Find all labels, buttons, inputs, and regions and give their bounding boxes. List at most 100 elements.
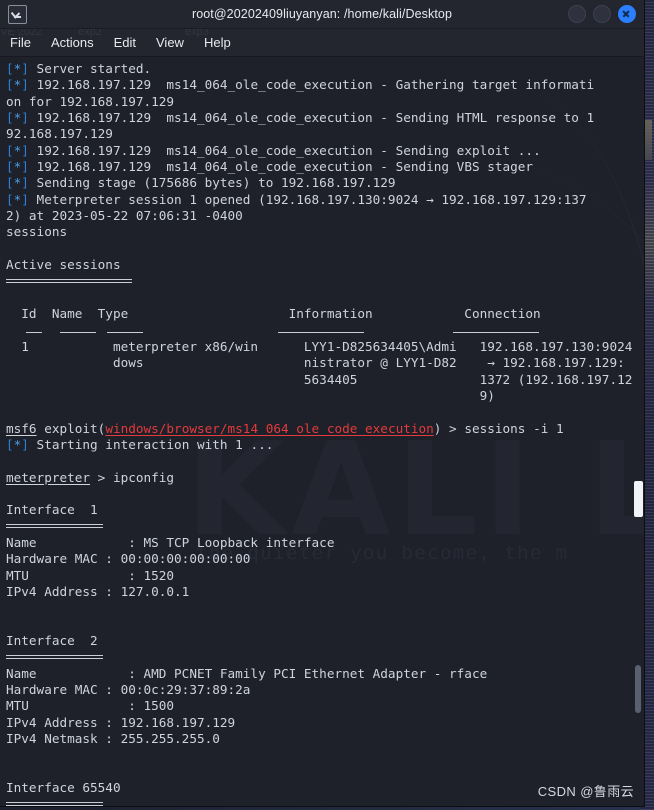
terminal-text: ] xyxy=(21,159,29,175)
terminal-line: meterpreter > ipconfig xyxy=(6,470,644,486)
terminal-line: Interface 2 xyxy=(6,633,644,649)
terminal-text: IPv4 Address : 192.168.197.129 xyxy=(6,714,236,730)
terminal-text: 192.168.197.129 ms14_064_ole_code_execut… xyxy=(28,110,595,126)
terminal-body[interactable]: KALI L the quieter you become, the m [*]… xyxy=(0,57,644,806)
terminal-text: [ xyxy=(6,159,14,175)
menu-item-file[interactable]: File xyxy=(10,35,31,50)
close-button[interactable] xyxy=(618,5,636,23)
menubar-ghost-desktop-labels: VE 2022 exp2 exp3 xyxy=(0,29,644,56)
terminal-text: Active sessions xyxy=(6,257,121,273)
terminal-text: ] xyxy=(21,191,29,207)
maximize-button[interactable] xyxy=(593,5,611,23)
column-rule xyxy=(26,331,42,333)
menu-item-help[interactable]: Help xyxy=(204,35,231,50)
terminal-line: 2) at 2023-05-22 07:06:31 -0400 xyxy=(6,208,644,224)
terminal-line: on for 192.168.197.129 xyxy=(6,94,644,110)
terminal-text: IPv4 Address : 127.0.0.1 xyxy=(6,584,190,599)
terminal-text: [ xyxy=(6,142,14,158)
terminal-text: [ xyxy=(6,77,14,93)
menu-item-actions[interactable]: Actions xyxy=(51,35,94,50)
terminal-text: 9) xyxy=(6,387,495,403)
scrollbar-thumb-upper[interactable] xyxy=(634,481,643,517)
scrollbar-thumb[interactable] xyxy=(635,665,641,713)
terminal-text: Interface 65540 xyxy=(6,780,121,796)
menu-item-edit[interactable]: Edit xyxy=(114,35,136,50)
terminal-text: ] xyxy=(21,175,29,191)
terminal-line: Interface 1 xyxy=(6,502,644,518)
terminal-text: 5634405 1372 (192.168.197.12 xyxy=(6,371,633,387)
column-rule xyxy=(107,331,143,333)
terminal-scrollbar[interactable] xyxy=(632,57,644,806)
table-rule xyxy=(6,801,103,806)
terminal-text: 2) at 2023-05-22 07:06:31 -0400 xyxy=(6,208,243,224)
terminal-text: Meterpreter session 1 opened (192.168.19… xyxy=(28,191,587,207)
terminal-window: root@20202409liuyanyan: /home/kali/Deskt… xyxy=(0,0,644,806)
column-rule xyxy=(60,331,96,333)
csdn-watermark: CSDN @鲁雨云 xyxy=(537,784,634,799)
terminal-line: [*] Sending stage (175686 bytes) to 192.… xyxy=(6,175,644,191)
terminal-line: Name : MS TCP Loopback interface xyxy=(6,535,644,551)
terminal-line: IPv4 Netmask : 255.255.255.0 xyxy=(6,731,644,747)
terminal-text: > ipconfig xyxy=(90,469,175,485)
terminal-line: 9) xyxy=(6,388,644,404)
terminal-line: [*] Meterpreter session 1 opened (192.16… xyxy=(6,192,644,208)
terminal-text: [ xyxy=(6,61,14,76)
terminal-line xyxy=(6,273,644,289)
terminal-line: Id Name Type Information Connection xyxy=(6,306,644,322)
terminal-text: Name : MS TCP Loopback interface xyxy=(6,534,335,550)
menu-item-view[interactable]: View xyxy=(156,35,184,50)
terminal-text: Name : AMD PCNET Family PCI Ethernet Ada… xyxy=(6,665,488,681)
terminal-text: windows/browser/ms14_064_ole_code_execut… xyxy=(105,420,434,436)
terminal-line: [*] 192.168.197.129 ms14_064_ole_code_ex… xyxy=(6,159,644,175)
terminal-line: Hardware MAC : 00:0c:29:37:89:2a xyxy=(6,682,644,698)
terminal-output: [*] Server started. [*] 192.168.197.129 m… xyxy=(0,57,644,806)
window-controls xyxy=(568,5,636,23)
terminal-text: ] xyxy=(21,77,29,93)
terminal-line: IPv4 Address : 127.0.0.1 xyxy=(6,584,644,600)
terminal-line xyxy=(6,323,644,339)
terminal-text: MTU : 1500 xyxy=(6,698,175,714)
terminal-text: ] xyxy=(21,110,29,126)
menu-bar: VE 2022 exp2 exp3 File Actions Edit View… xyxy=(0,29,644,57)
terminal-text: on for 192.168.197.129 xyxy=(6,93,175,109)
terminal-line: dows nistrator @ LYY1-D82 → 192.168.197.… xyxy=(6,355,644,371)
terminal-line: Name : AMD PCNET Family PCI Ethernet Ada… xyxy=(6,666,644,682)
terminal-text: Interface 1 xyxy=(6,502,98,518)
terminal-text: IPv4 Netmask : 255.255.255.0 xyxy=(6,731,220,747)
column-rule xyxy=(453,331,539,333)
terminal-text: 192.168.197.129 ms14_064_ole_code_execut… xyxy=(28,142,541,158)
terminal-line: 92.168.197.129 xyxy=(6,126,644,142)
terminal-text: [ xyxy=(6,175,14,191)
terminal-text: dows nistrator @ LYY1-D82 → 192.168.197.… xyxy=(6,355,625,371)
terminal-text: exploit( xyxy=(36,420,106,436)
terminal-line: 1 meterpreter x86/win LYY1-D825634405\Ad… xyxy=(6,339,644,355)
terminal-line: Hardware MAC : 00:00:00:00:00:00 xyxy=(6,551,644,567)
terminal-text: 192.168.197.129 ms14_064_ole_code_execut… xyxy=(28,77,595,93)
terminal-text: [ xyxy=(6,110,14,126)
terminal-text: ] xyxy=(21,61,29,76)
terminal-text: 1 meterpreter x86/win LYY1-D825634405\Ad… xyxy=(6,338,633,354)
terminal-text: Hardware MAC : 00:00:00:00:00:00 xyxy=(6,551,251,567)
terminal-line: IPv4 Address : 192.168.197.129 xyxy=(6,715,644,731)
terminal-text: Server started. xyxy=(28,61,152,76)
terminal-text: MTU : 1520 xyxy=(6,567,175,583)
terminal-text: Sending stage (175686 bytes) to 192.168.… xyxy=(28,175,396,191)
terminal-text: 192.168.197.129 ms14_064_ole_code_execut… xyxy=(28,159,534,175)
terminal-text: Id Name Type Information Connection xyxy=(6,306,541,322)
terminal-line: msf6 exploit(windows/browser/ms14_064_ol… xyxy=(6,421,644,437)
terminal-line xyxy=(6,649,644,665)
terminal-text: ] xyxy=(21,436,29,452)
terminal-line: MTU : 1500 xyxy=(6,698,644,714)
terminal-line: [*] Server started. xyxy=(6,61,644,77)
terminal-text: ] xyxy=(21,142,29,158)
minimize-button[interactable] xyxy=(568,5,586,23)
window-titlebar[interactable]: root@20202409liuyanyan: /home/kali/Deskt… xyxy=(0,0,644,29)
column-rule xyxy=(278,331,364,333)
terminal-line: [*] 192.168.197.129 ms14_064_ole_code_ex… xyxy=(6,77,644,93)
terminal-text: msf6 xyxy=(6,420,37,436)
